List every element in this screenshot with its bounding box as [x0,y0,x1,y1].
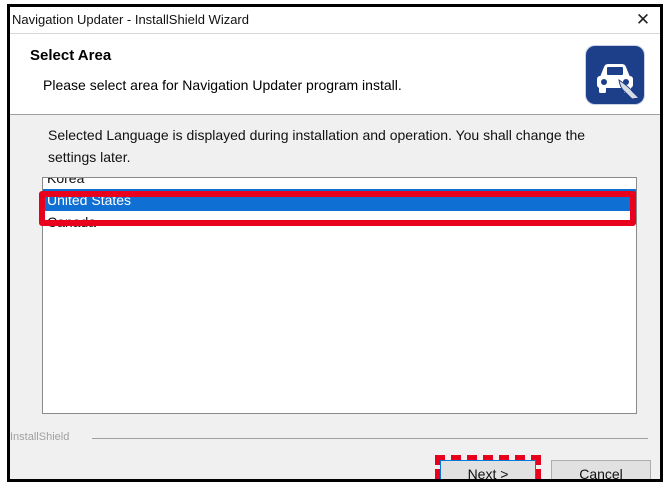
installshield-brand-label: InstallShield [10,431,70,443]
area-listbox[interactable]: Korea United States Canada [42,177,637,414]
next-button[interactable]: Next > [440,460,536,479]
cancel-button[interactable]: Cancel [551,460,651,479]
list-item-united-states[interactable]: United States [43,189,636,211]
wizard-header: Select Area Please select area for Navig… [10,34,660,115]
wizard-body: Selected Language is displayed during in… [10,115,660,479]
close-button[interactable]: ✕ [628,7,658,33]
list-item-canada[interactable]: Canada [43,211,636,233]
title-bar: Navigation Updater - InstallShield Wizar… [10,7,660,34]
window-title: Navigation Updater - InstallShield Wizar… [12,12,249,27]
installshield-wizard-window: Navigation Updater - InstallShield Wizar… [7,4,663,482]
car-navigation-icon [586,46,644,104]
page-subtitle: Please select area for Navigation Update… [43,77,402,93]
list-item-korea[interactable]: Korea [43,178,636,189]
instruction-text: Selected Language is displayed during in… [48,127,586,165]
footer-divider [92,438,648,439]
page-title: Select Area [30,47,112,64]
